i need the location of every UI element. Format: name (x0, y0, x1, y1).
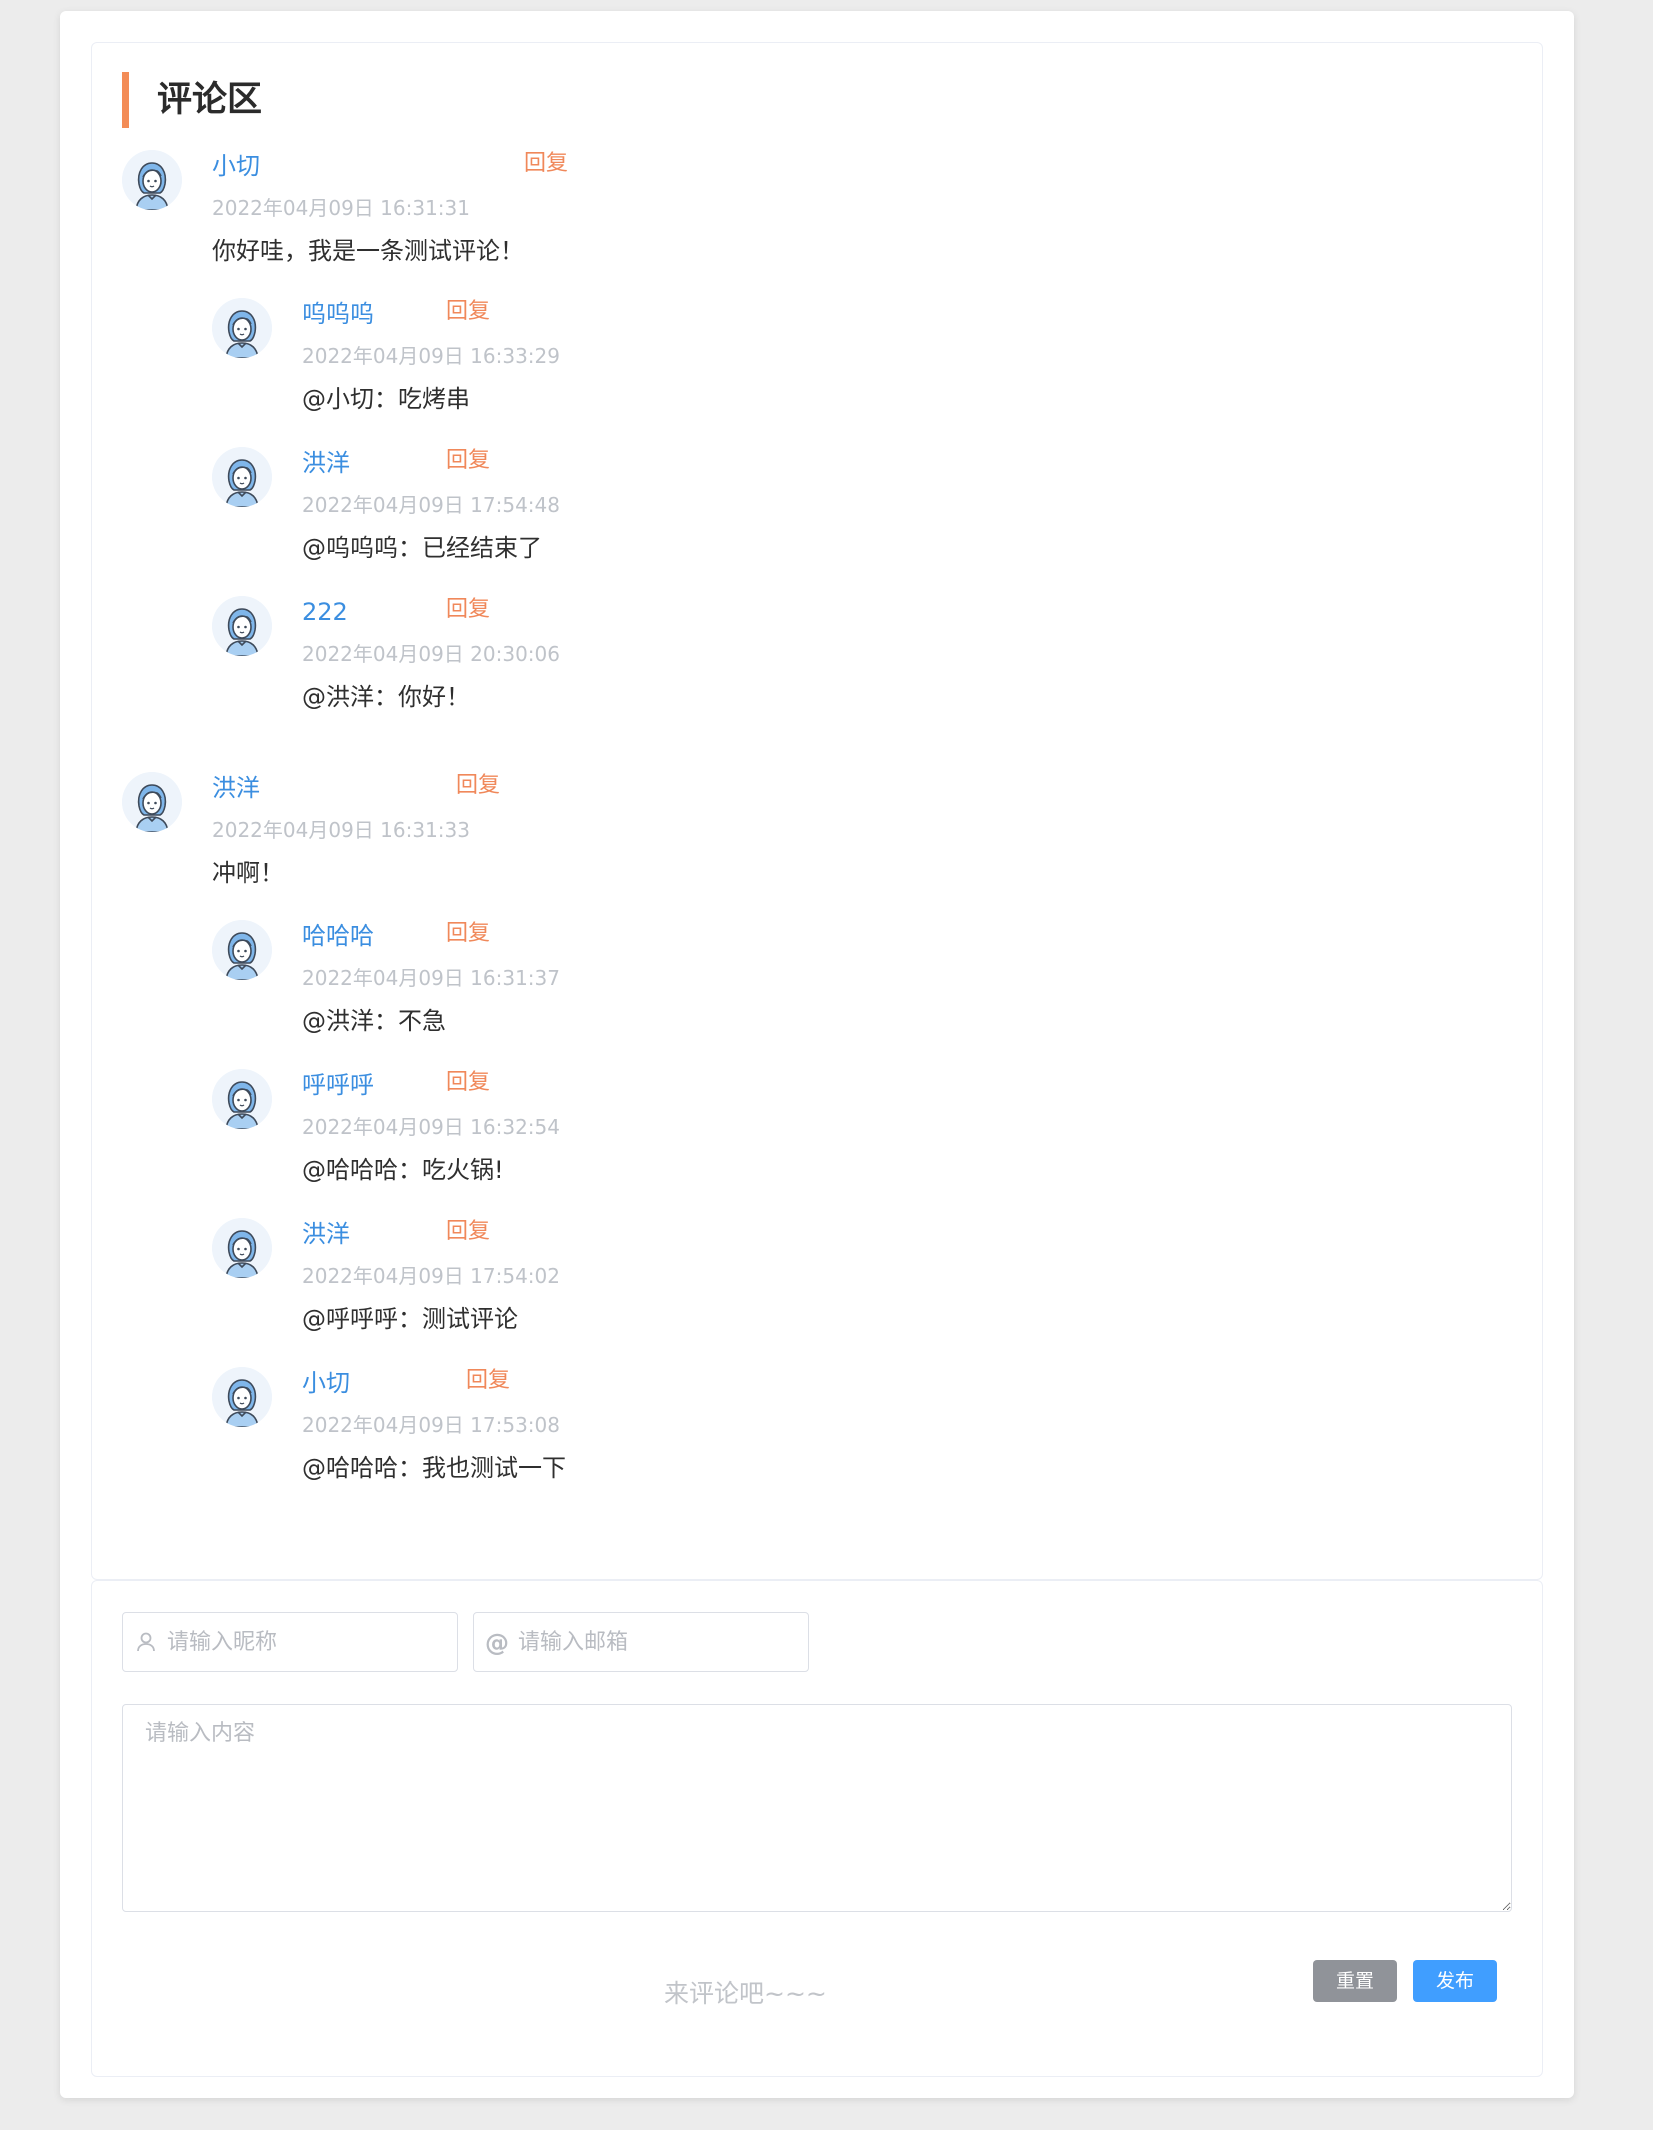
comment-timestamp: 2022年04月09日 16:32:54 (302, 1115, 560, 1139)
avatar-icon (122, 772, 182, 832)
comment-timestamp: 2022年04月09日 16:31:33 (212, 818, 470, 842)
comment-content: @洪洋：不急 (302, 1007, 446, 1035)
reply-button[interactable]: 回复 (446, 445, 490, 477)
comment-timestamp: 2022年04月09日 17:53:08 (302, 1413, 560, 1437)
avatar-icon (212, 920, 272, 980)
email-field: @ (473, 1612, 809, 1672)
comment-timestamp: 2022年04月09日 16:31:37 (302, 966, 560, 990)
comment-content: 冲啊！ (212, 859, 284, 887)
reply-item: 222 回复 2022年04月09日 20:30:06 @洪洋：你好！ (212, 596, 912, 726)
nickname-field (122, 1612, 458, 1672)
comment-item: 洪洋 回复 2022年04月09日 16:31:33 冲啊！ (122, 772, 822, 902)
avatar-icon (212, 298, 272, 358)
reply-item: 洪洋 回复 2022年04月09日 17:54:48 @呜呜呜：已经结束了 (212, 447, 912, 577)
publish-button[interactable]: 发布 (1413, 1960, 1497, 2002)
comment-content: @哈哈哈：我也测试一下 (302, 1454, 566, 1482)
reply-button[interactable]: 回复 (456, 770, 500, 802)
avatar-icon (212, 1218, 272, 1278)
comment-username[interactable]: 呜呜呜 (302, 298, 374, 330)
reset-button[interactable]: 重置 (1313, 1960, 1397, 2002)
comment-username[interactable]: 222 (302, 596, 348, 628)
comment-username[interactable]: 洪洋 (302, 447, 350, 479)
comment-username[interactable]: 小切 (302, 1367, 350, 1399)
comment-content: @洪洋：你好！ (302, 683, 470, 711)
reply-item: 小切 回复 2022年04月09日 17:53:08 @哈哈哈：我也测试一下 (212, 1367, 912, 1497)
at-icon: @ (485, 1629, 509, 1657)
reply-button[interactable]: 回复 (446, 594, 490, 626)
section-title: 评论区 (122, 72, 262, 128)
reply-item: 洪洋 回复 2022年04月09日 17:54:02 @呼呼呼：测试评论 (212, 1218, 912, 1348)
reply-button[interactable]: 回复 (466, 1365, 510, 1397)
comment-username[interactable]: 小切 (212, 150, 260, 182)
comment-username[interactable]: 洪洋 (302, 1218, 350, 1250)
comment-username[interactable]: 呼呼呼 (302, 1069, 374, 1101)
reply-item: 哈哈哈 回复 2022年04月09日 16:31:37 @洪洋：不急 (212, 920, 912, 1050)
user-icon (133, 1630, 159, 1656)
reply-button[interactable]: 回复 (524, 148, 568, 180)
comment-timestamp: 2022年04月09日 17:54:02 (302, 1264, 560, 1288)
comment-content: @呜呜呜：已经结束了 (302, 534, 542, 562)
comment-timestamp: 2022年04月09日 16:31:31 (212, 196, 470, 220)
comment-timestamp: 2022年04月09日 20:30:06 (302, 642, 560, 666)
content-textarea[interactable] (122, 1704, 1512, 1912)
avatar-icon (212, 596, 272, 656)
comment-content: @哈哈哈：吃火锅! (302, 1156, 504, 1184)
reply-item: 呜呜呜 回复 2022年04月09日 16:33:29 @小切：吃烤串 (212, 298, 912, 428)
comment-username[interactable]: 哈哈哈 (302, 920, 374, 952)
reply-item: 呼呼呼 回复 2022年04月09日 16:32:54 @哈哈哈：吃火锅! (212, 1069, 912, 1199)
avatar-icon (122, 150, 182, 210)
comment-username[interactable]: 洪洋 (212, 772, 260, 804)
comment-content: @呼呼呼：测试评论 (302, 1305, 518, 1333)
comment-item: 小切 回复 2022年04月09日 16:31:31 你好哇，我是一条测试评论！ (122, 150, 822, 280)
email-input[interactable] (518, 1621, 798, 1663)
avatar-icon (212, 447, 272, 507)
comment-timestamp: 2022年04月09日 16:33:29 (302, 344, 560, 368)
reply-button[interactable]: 回复 (446, 1216, 490, 1248)
avatar-icon (212, 1367, 272, 1427)
reply-button[interactable]: 回复 (446, 296, 490, 328)
comment-content: 你好哇，我是一条测试评论！ (212, 237, 524, 265)
comment-timestamp: 2022年04月09日 17:54:48 (302, 493, 560, 517)
comment-content: @小切：吃烤串 (302, 385, 470, 413)
reply-button[interactable]: 回复 (446, 1067, 490, 1099)
hint-text: 来评论吧~~~ (664, 1979, 827, 2008)
reply-button[interactable]: 回复 (446, 918, 490, 950)
nickname-input[interactable] (167, 1621, 447, 1663)
avatar-icon (212, 1069, 272, 1129)
